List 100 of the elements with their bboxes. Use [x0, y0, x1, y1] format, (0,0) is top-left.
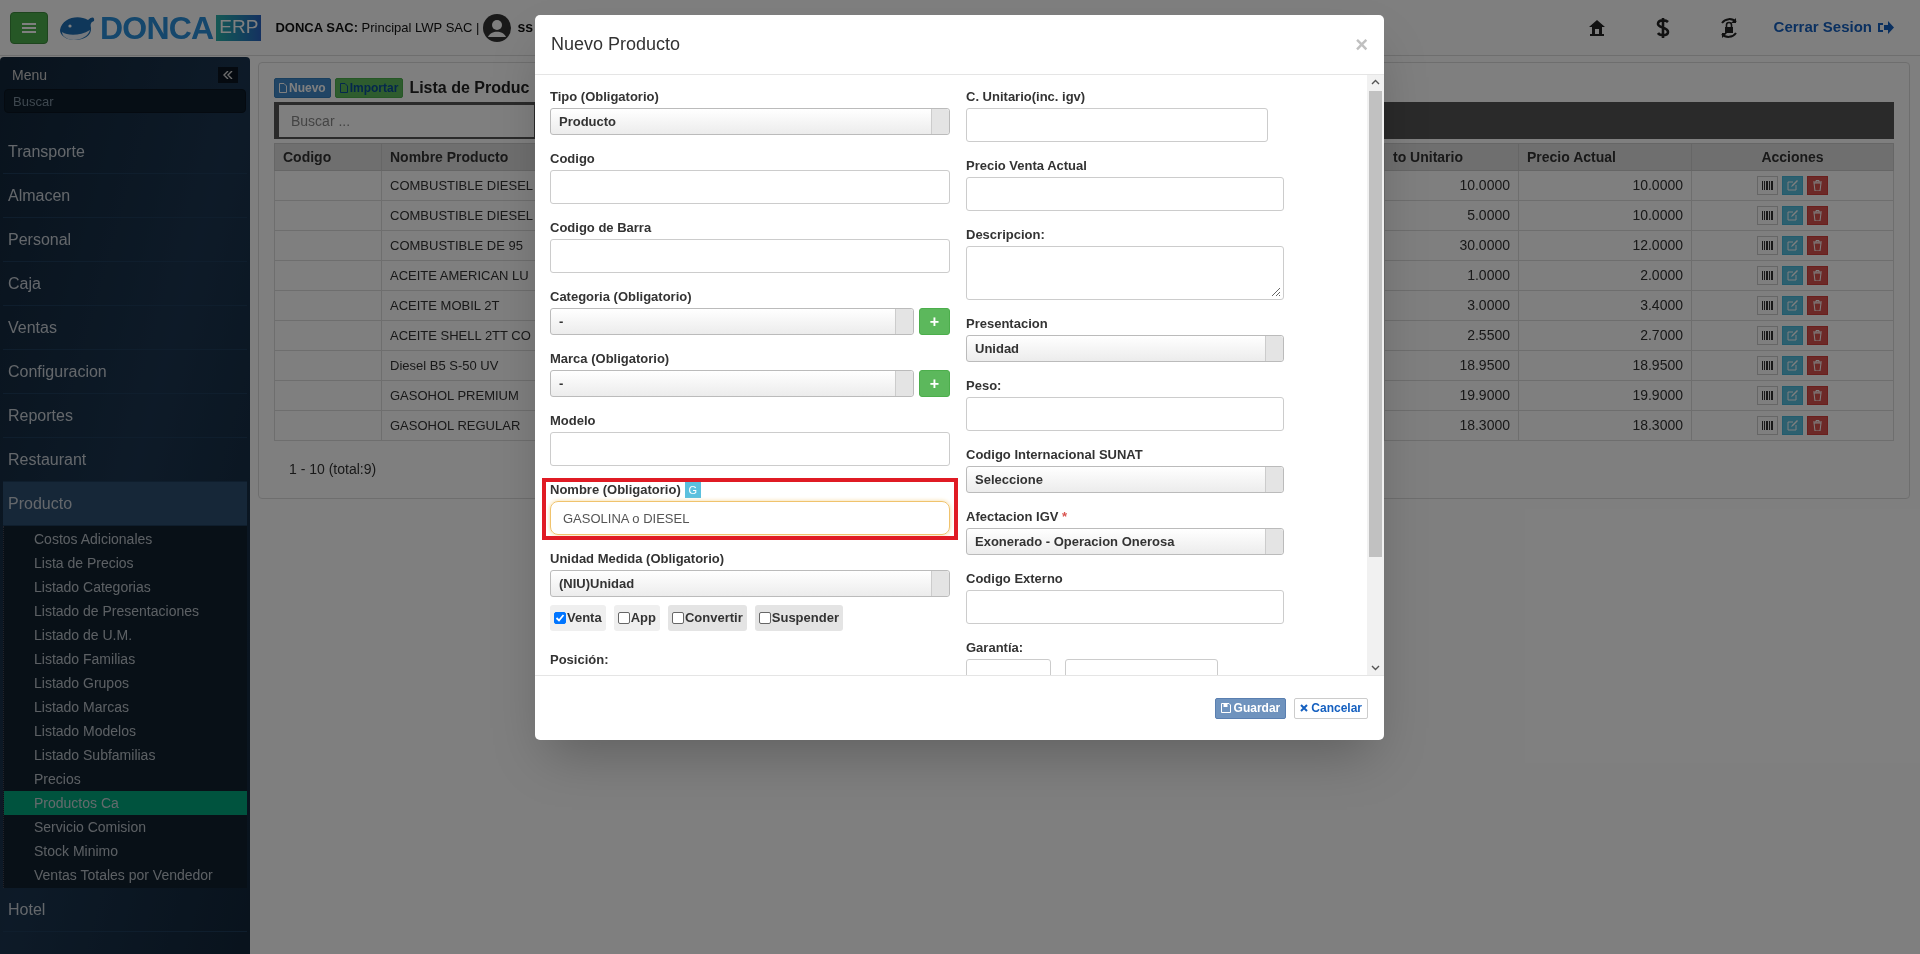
delete-button[interactable]	[1807, 296, 1828, 315]
close-button[interactable]: ×	[1355, 33, 1368, 56]
scrollbar[interactable]	[1367, 75, 1384, 675]
delete-button[interactable]	[1807, 236, 1828, 255]
submenu-item[interactable]: Listado Categorias	[4, 575, 247, 599]
barcode-button[interactable]	[1757, 386, 1778, 405]
barcode-button[interactable]	[1757, 296, 1778, 315]
text-field[interactable]	[550, 432, 950, 466]
submenu-item[interactable]: Productos Ca	[4, 791, 247, 815]
trash-icon	[1813, 360, 1822, 371]
table-cell: 1.0000	[1467, 267, 1510, 283]
home-icon[interactable]	[1587, 19, 1606, 36]
select-field[interactable]: (NIU)Unidad	[550, 570, 950, 597]
text-field[interactable]	[966, 397, 1284, 431]
column-header: Precio Actual	[1527, 148, 1616, 165]
delete-button[interactable]	[1807, 206, 1828, 225]
column-header: Codigo	[283, 148, 332, 165]
checkbox-option[interactable]: Suspender	[754, 605, 843, 631]
submenu-item[interactable]: Listado de Presentaciones	[4, 599, 247, 623]
submenu-item[interactable]: Listado Marcas	[4, 695, 247, 719]
barcode-button[interactable]	[1757, 266, 1778, 285]
submenu-item[interactable]: Stock Minimo	[4, 839, 247, 863]
submenu-item[interactable]: Precios	[4, 767, 247, 791]
barcode-icon	[1762, 271, 1773, 280]
column-header: to Unitario	[1393, 148, 1463, 165]
select-field[interactable]: -	[550, 370, 914, 397]
submenu-item[interactable]: Servicio Comision	[4, 815, 247, 839]
sidebar-item[interactable]: Almacen	[3, 174, 247, 218]
column-header: Acciones	[1761, 148, 1824, 165]
checkbox-option[interactable]: App	[613, 605, 660, 631]
sidebar-item[interactable]: Reportes	[3, 394, 247, 438]
table-cell: ACEITE SHELL 2TT CO	[390, 327, 531, 343]
text-field[interactable]	[550, 239, 950, 273]
search-field[interactable]: Buscar ...	[279, 104, 534, 137]
text-field[interactable]	[550, 170, 950, 204]
new-button[interactable]: Nuevo	[274, 78, 331, 98]
delete-button[interactable]	[1807, 386, 1828, 405]
text-field[interactable]	[966, 590, 1284, 624]
submenu-item[interactable]: Lista de Precios	[4, 551, 247, 575]
add-button[interactable]: +	[919, 308, 950, 335]
text-field[interactable]	[966, 177, 1284, 211]
save-button[interactable]: Guardar	[1214, 697, 1287, 719]
table-cell: ACEITE AMERICAN LU	[390, 267, 529, 283]
submenu-item[interactable]: Ventas Totales por Vendedor	[4, 863, 247, 887]
table-cell: COMBUSTIBLE DE 95	[390, 237, 523, 253]
select-field[interactable]: Exonerado - Operacion Onerosa	[966, 528, 1284, 555]
sidebar-item[interactable]: Producto	[3, 482, 247, 526]
sidebar-search-field[interactable]: Buscar	[4, 89, 246, 113]
delete-button[interactable]	[1807, 416, 1828, 435]
field-label: Peso:	[966, 377, 1002, 396]
barcode-button[interactable]	[1757, 416, 1778, 435]
checkbox[interactable]	[758, 612, 771, 624]
text-field[interactable]: GASOLINA o DIESEL	[550, 501, 950, 535]
submenu-item[interactable]: Listado Subfamilias	[4, 743, 247, 767]
sidebar-item[interactable]: Hotel	[3, 888, 247, 932]
barcode-button[interactable]	[1757, 206, 1778, 225]
edit-icon	[1787, 420, 1798, 431]
submenu-item[interactable]: Listado Grupos	[4, 671, 247, 695]
field-label: Tipo (Obligatorio)	[550, 88, 659, 107]
add-button[interactable]: +	[919, 370, 950, 397]
sidebar-item[interactable]: Transporte	[3, 130, 247, 174]
barcode-button[interactable]	[1757, 236, 1778, 255]
select-field[interactable]: Producto	[550, 108, 950, 135]
select-field[interactable]: Seleccione	[966, 466, 1284, 493]
barcode-button[interactable]	[1757, 176, 1778, 195]
dollar-icon[interactable]	[1655, 16, 1670, 39]
trash-icon	[1813, 210, 1822, 221]
delete-button[interactable]	[1807, 266, 1828, 285]
barcode-button[interactable]	[1757, 326, 1778, 345]
sidebar-item[interactable]: Caja	[3, 262, 247, 306]
delete-button[interactable]	[1807, 176, 1828, 195]
checkbox[interactable]	[617, 612, 630, 624]
cancel-button[interactable]: Cancelar	[1294, 697, 1368, 719]
checkbox-option[interactable]: Convertir	[667, 605, 747, 631]
sidebar-item[interactable]: Configuracion	[3, 350, 247, 394]
g-badge: G	[684, 482, 701, 498]
collapse-button[interactable]	[218, 67, 238, 83]
checkbox[interactable]	[554, 612, 566, 624]
text-field[interactable]	[966, 108, 1268, 142]
logo-badge: ERP	[216, 14, 262, 41]
barcode-button[interactable]	[1757, 356, 1778, 375]
menu-button[interactable]	[10, 11, 48, 44]
checkbox[interactable]	[671, 612, 684, 624]
delete-button[interactable]	[1807, 356, 1828, 375]
submenu-item[interactable]: Listado Familias	[4, 647, 247, 671]
submenu-item[interactable]: Listado Modelos	[4, 719, 247, 743]
text-area[interactable]	[966, 246, 1284, 300]
trash-icon	[1813, 270, 1822, 281]
select-field[interactable]: -	[550, 308, 914, 335]
submenu-item[interactable]: Listado de U.M.	[4, 623, 247, 647]
logout-link[interactable]: Cerrar Sesion	[1773, 16, 1895, 39]
submenu-item[interactable]: Costos Adicionales	[4, 527, 247, 551]
sidebar-item[interactable]: Personal	[3, 218, 247, 262]
select-field[interactable]: Unidad	[966, 335, 1284, 362]
edit-icon	[1787, 300, 1798, 311]
sidebar-item[interactable]: Ventas	[3, 306, 247, 350]
table-cell: 12.0000	[1632, 237, 1683, 253]
trash-icon	[1813, 180, 1822, 191]
checkbox-option[interactable]: Venta	[550, 605, 606, 631]
delete-button[interactable]	[1807, 326, 1828, 345]
